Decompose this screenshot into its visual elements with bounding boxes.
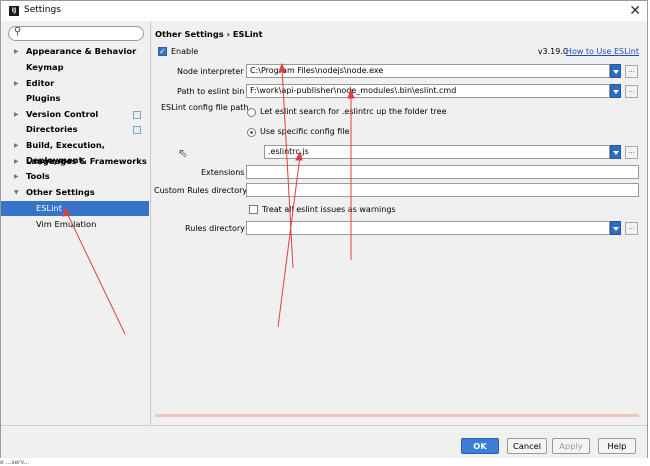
breadcrumb: Other Settings › ESLint [155,29,263,39]
eslint-bin-browse-button[interactable]: ... [625,85,638,98]
dialog-footer: OK Cancel Apply Help [1,425,647,458]
extensions-label: Extensions [201,168,245,177]
rules-directory-browse-button[interactable]: ... [625,222,638,235]
sidebar-item-label: Other Settings [26,187,95,197]
sidebar-item-label: Appearance & Behavior [26,46,137,56]
config-specific-radio[interactable] [247,128,256,137]
help-button[interactable]: Help [598,438,636,454]
sidebar-item-label: ESLint [36,203,62,213]
close-icon[interactable]: ✕ [629,2,641,20]
expand-arrow-icon: ▶ [14,80,19,87]
sidebar-item-languages[interactable]: ▶ Languages & Frameworks [1,154,149,169]
eslint-bin-label: Path to eslint bin [177,87,245,96]
ok-button[interactable]: OK [461,438,499,454]
eslint-version: v3.19.0 [537,47,568,56]
eslint-bin-field[interactable]: F:\work\api-publisher\node_modules\.bin\… [246,84,610,98]
enable-checkbox[interactable]: ✓ [158,47,167,56]
project-scope-icon [133,126,141,134]
settings-sidebar: ⚲ ▶ Appearance & Behavior Keymap ▶ Edito… [1,21,151,425]
config-file-dropdown-icon[interactable] [610,145,621,159]
expand-arrow-icon: ▶ [14,48,19,55]
sidebar-item-appearance[interactable]: ▶ Appearance & Behavior [1,44,149,59]
sidebar-item-vim-emulation[interactable]: Vim Emulation [1,217,149,232]
config-file-field[interactable]: .eslintrc.js [264,145,610,159]
expand-arrow-icon: ▶ [14,142,19,149]
config-search-radio[interactable] [247,108,256,117]
treat-warnings-checkbox[interactable] [249,205,258,214]
custom-rules-label: Custom Rules directory [154,186,248,195]
node-interpreter-dropdown-icon[interactable] [610,64,621,78]
expand-arrow-icon: ▶ [14,158,19,165]
sidebar-item-label: Tools [26,171,50,181]
cancel-button[interactable]: Cancel [507,438,547,454]
config-file-label: ESLint config file path [161,103,249,112]
rules-directory-field[interactable] [246,221,610,235]
mouse-cursor-icon: ⇖ [178,146,189,160]
sidebar-item-plugins[interactable]: Plugins [1,91,149,106]
config-search-label: Let eslint search for .eslintrc up the f… [260,107,447,116]
project-scope-icon [133,111,141,119]
search-input[interactable]: ⚲ [8,26,144,41]
sidebar-item-version-control[interactable]: ▶ Version Control [1,107,149,122]
config-file-browse-button[interactable]: ... [625,146,638,159]
sidebar-item-keymap[interactable]: Keymap [1,60,149,75]
sidebar-item-label: Plugins [26,93,61,103]
apply-button[interactable]: Apply [552,438,590,454]
settings-window: IJ Settings ✕ ⚲ ▶ Appearance & Behavior … [0,0,648,458]
sidebar-item-tools[interactable]: ▶ Tools [1,169,149,184]
scroll-highlight-bar [155,414,639,417]
collapse-arrow-icon: ▼ [14,189,19,196]
sidebar-item-directories[interactable]: Directories [1,122,149,137]
settings-content: Other Settings › ESLint ✓ Enable v3.19.0… [151,21,647,425]
app-logo-icon: IJ [9,6,19,16]
search-icon: ⚲ [14,26,22,37]
rules-directory-label: Rules directory [185,224,245,233]
sidebar-item-label: Keymap [26,62,64,72]
node-interpreter-browse-button[interactable]: ... [625,65,638,78]
title-bar: IJ Settings ✕ [1,1,647,21]
config-specific-label: Use specific config file [260,127,350,136]
how-to-use-eslint-link[interactable]: How to Use ESLint [566,47,639,56]
expand-arrow-icon: ▶ [14,173,19,180]
sidebar-item-label: Editor [26,78,55,88]
sidebar-item-editor[interactable]: ▶ Editor [1,76,149,91]
treat-warnings-label: Treat all eslint issues as warnings [262,205,396,214]
eslint-bin-dropdown-icon[interactable] [610,84,621,98]
sidebar-item-label: Vim Emulation [36,219,97,229]
node-interpreter-field[interactable]: C:\Program Files\nodejs\node.exe [246,64,610,78]
expand-arrow-icon: ▶ [14,111,19,118]
enable-label: Enable [171,47,199,56]
extensions-field[interactable] [246,165,639,179]
sidebar-item-eslint[interactable]: ESLint [1,201,149,216]
sidebar-item-label: Directories [26,124,78,134]
sidebar-item-label: Version Control [26,109,99,119]
rules-directory-dropdown-icon[interactable] [610,221,621,235]
sidebar-item-build[interactable]: ▶ Build, Execution, Deployment [1,138,149,165]
sidebar-item-label: Languages & Frameworks [26,156,147,166]
node-interpreter-label: Node interpreter [177,67,244,76]
window-title: Settings [24,5,61,15]
sidebar-item-other-settings[interactable]: ▼ Other Settings [1,185,149,200]
custom-rules-field[interactable] [246,183,639,197]
